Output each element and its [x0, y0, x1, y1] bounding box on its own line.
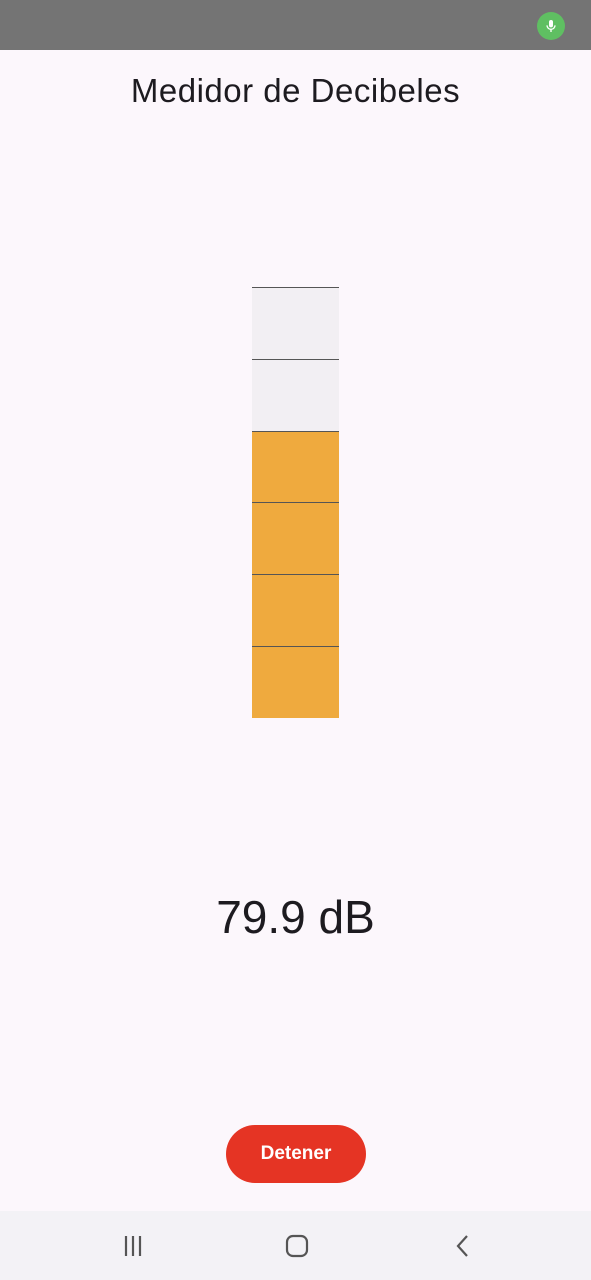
decibel-level-meter	[252, 287, 339, 718]
microphone-icon	[537, 12, 565, 40]
page-title: Medidor de Decibeles	[130, 72, 461, 109]
home-icon[interactable]	[257, 1211, 337, 1280]
meter-segment	[252, 430, 339, 503]
meter-segment	[252, 358, 339, 431]
meter-segment	[252, 502, 339, 575]
stop-button[interactable]: Detener	[226, 1125, 366, 1183]
meter-segment	[252, 646, 339, 718]
decibel-readout: 79.9 dB	[216, 891, 375, 943]
navigation-bar	[0, 1211, 591, 1280]
status-bar	[0, 0, 591, 50]
meter-segment	[252, 574, 339, 647]
recent-apps-icon[interactable]	[93, 1211, 173, 1280]
back-icon[interactable]	[423, 1211, 503, 1280]
meter-segment	[252, 287, 339, 359]
